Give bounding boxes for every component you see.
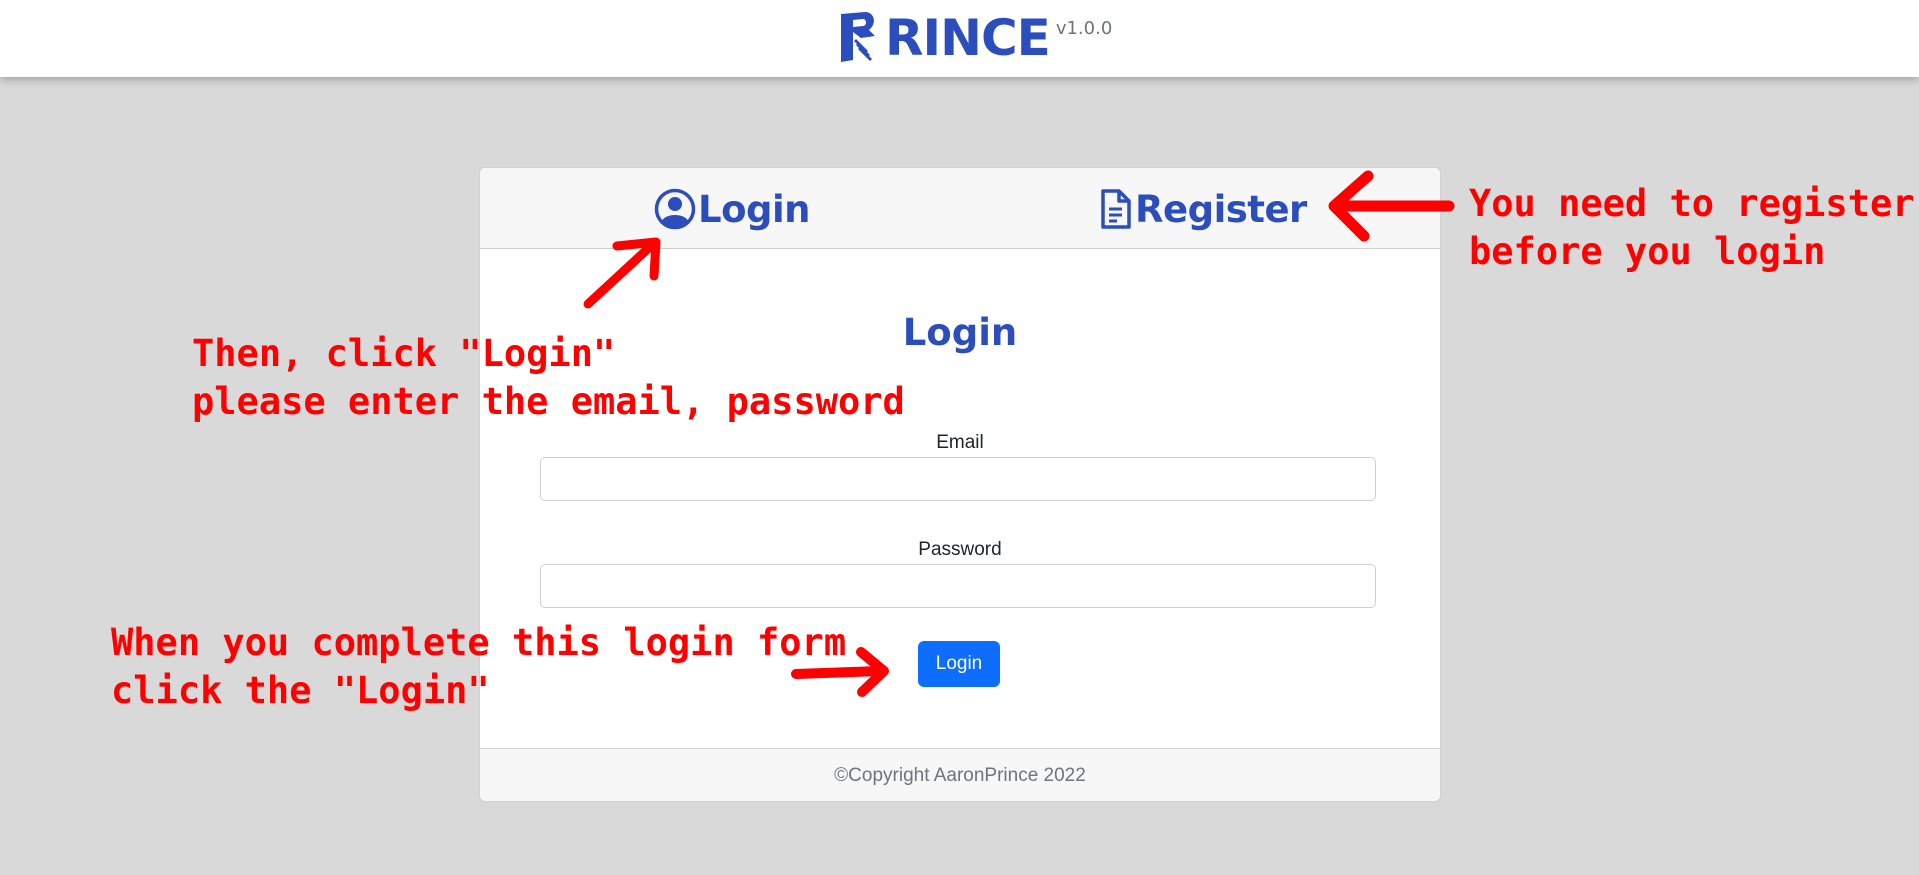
version-label: v1.0.0 (1055, 18, 1113, 39)
brand-name: RINCE (885, 9, 1051, 67)
password-label: Password (918, 539, 1002, 560)
rince-logo-icon (841, 12, 875, 62)
annotation-login-note: Then, click "Login" please enter the ema… (192, 332, 905, 423)
tab-login[interactable]: Login (654, 185, 811, 233)
annotation-submit-note: When you complete this login form click … (111, 621, 847, 712)
copyright-text: ©Copyright AaronPrince 2022 (834, 765, 1086, 786)
brand[interactable]: RINCE v1.0.0 (835, 10, 1112, 66)
login-submit-button[interactable]: Login (918, 641, 1000, 687)
auth-tabs: Login Register (480, 168, 1440, 249)
card-footer: ©Copyright AaronPrince 2022 (480, 748, 1440, 801)
document-icon (1101, 189, 1131, 229)
user-circle-icon (654, 188, 696, 230)
password-field[interactable] (540, 564, 1376, 608)
tab-register[interactable]: Register (1099, 185, 1307, 233)
email-field[interactable] (540, 457, 1376, 501)
email-label: Email (936, 432, 984, 453)
top-navbar: RINCE v1.0.0 (0, 0, 1919, 77)
tab-register-label: Register (1135, 187, 1307, 231)
tab-login-label: Login (698, 187, 811, 231)
annotation-register-note: You need to register before you login (1469, 182, 1915, 273)
